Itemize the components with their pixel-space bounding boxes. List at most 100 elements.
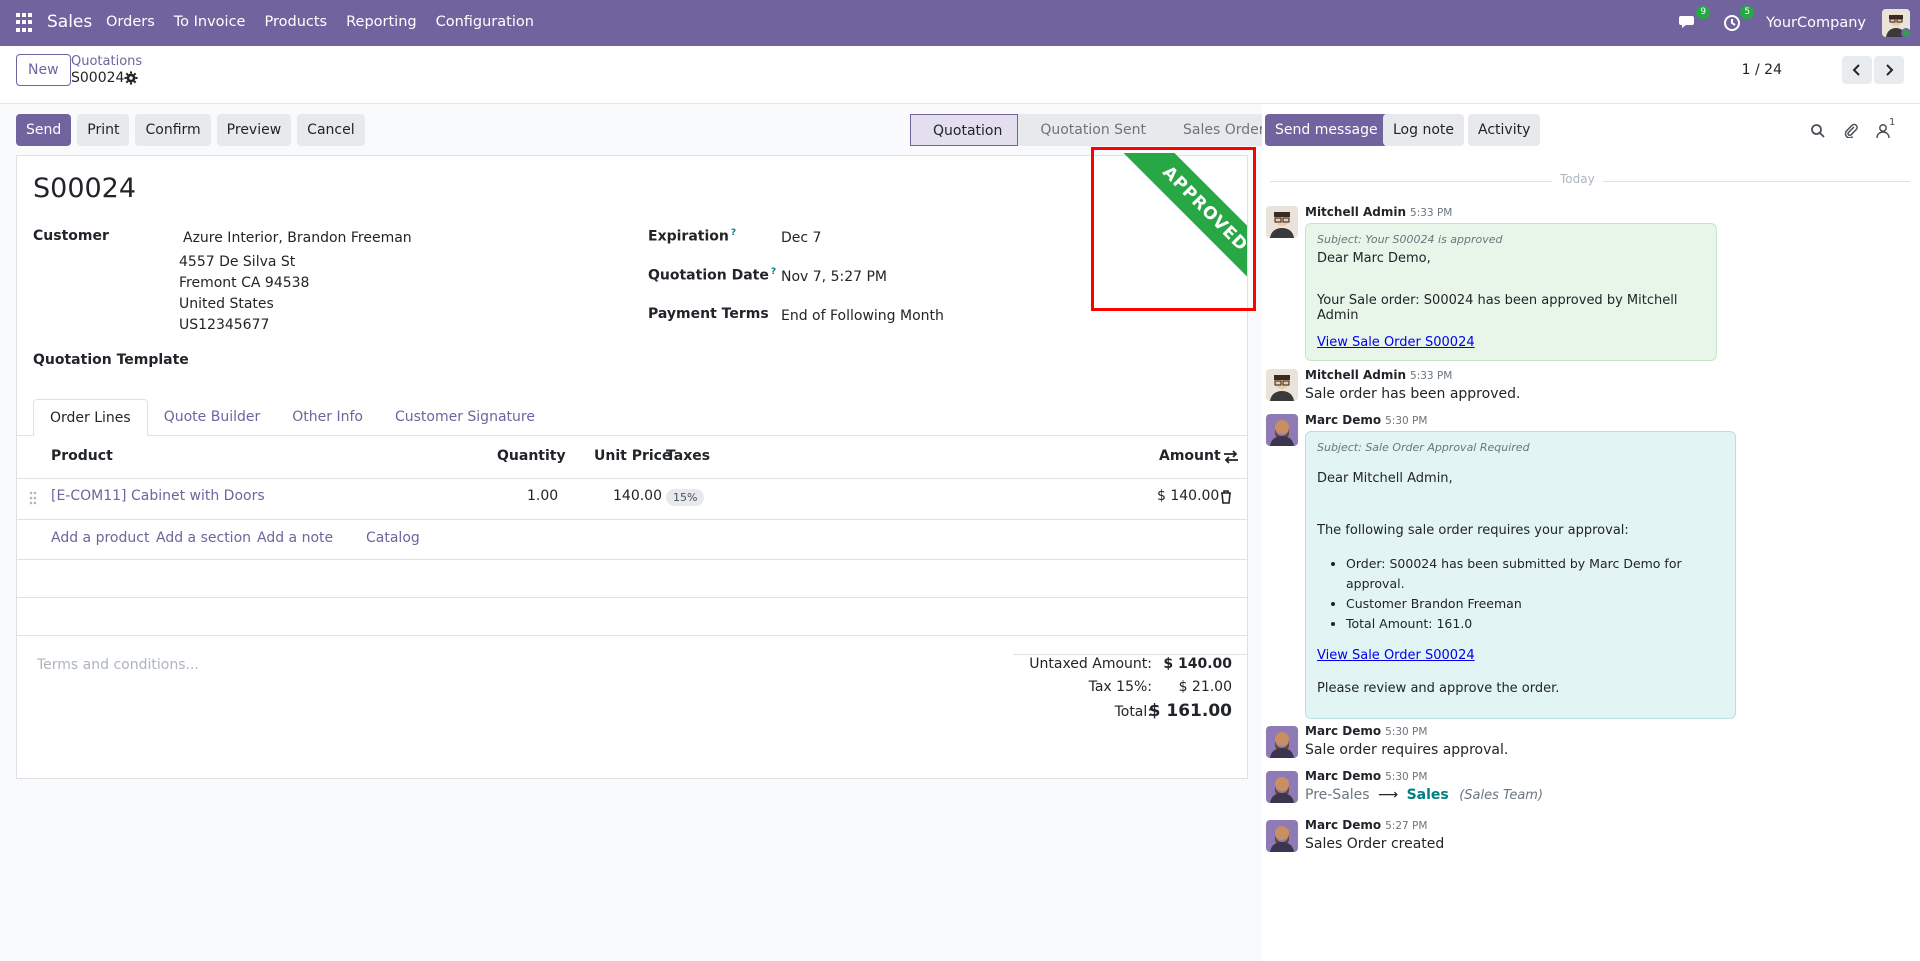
tab-other-info[interactable]: Other Info xyxy=(276,399,379,436)
untaxed-amount-value: $ 140.00 xyxy=(1163,656,1232,672)
terms-and-conditions-field[interactable]: Terms and conditions... xyxy=(37,657,199,673)
view-sale-order-link[interactable]: View Sale Order S00024 xyxy=(1317,648,1475,663)
tab-order-lines[interactable]: Order Lines xyxy=(33,399,148,436)
avatar[interactable] xyxy=(1266,414,1298,446)
activities-clock-icon[interactable]: 5 xyxy=(1722,6,1755,34)
quotation-date-field[interactable]: Nov 7, 5:27 PM xyxy=(781,269,887,285)
messages-badge: 9 xyxy=(1696,6,1711,19)
menu-to-invoice[interactable]: To Invoice xyxy=(174,14,246,30)
totals-divider xyxy=(1013,654,1247,655)
avatar[interactable] xyxy=(1266,820,1298,852)
avatar[interactable] xyxy=(1266,206,1298,238)
message-line: Dear Marc Demo, xyxy=(1317,251,1431,266)
online-status-icon xyxy=(1901,28,1910,37)
trash-icon[interactable] xyxy=(1220,490,1232,504)
navbar-systray: 9 5 YourCompany xyxy=(1678,0,1910,46)
tracking-old-value: Pre-Sales xyxy=(1305,787,1370,803)
catalog-link[interactable]: Catalog xyxy=(366,530,420,546)
stage-quotation-sent[interactable]: Quotation Sent xyxy=(1018,114,1161,146)
company-switcher[interactable]: YourCompany xyxy=(1766,15,1866,31)
message-author: Marc Demo 5:30 PM xyxy=(1305,724,1428,738)
send-button[interactable]: Send xyxy=(16,114,72,146)
order-line-quantity[interactable]: 1.00 xyxy=(527,488,558,504)
quotation-template-label: Quotation Template xyxy=(33,352,189,368)
tracking-field-name: (Sales Team) xyxy=(1459,788,1544,803)
message-subject: Subject: Your S00024 is approved xyxy=(1317,233,1503,246)
divider xyxy=(17,478,1247,479)
message-author: Marc Demo 5:30 PM xyxy=(1305,769,1428,783)
menu-orders[interactable]: Orders xyxy=(106,14,155,30)
app-name[interactable]: Sales xyxy=(47,12,92,32)
message-author: Mitchell Admin 5:33 PM xyxy=(1305,205,1453,219)
notebook-tabs: Order Lines Quote Builder Other Info Cus… xyxy=(17,399,1247,436)
cancel-button[interactable]: Cancel xyxy=(297,114,365,146)
chevron-right-icon xyxy=(1886,64,1894,76)
column-quantity[interactable]: Quantity xyxy=(497,448,566,464)
order-line-tax-tag[interactable]: 15% xyxy=(666,489,705,506)
message-body: Sale order requires approval. xyxy=(1305,742,1509,758)
help-icon[interactable]: ? xyxy=(731,228,736,238)
order-line-unit-price[interactable]: 140.00 xyxy=(613,488,662,504)
statusbar: Quotation Quotation Sent Sales Order xyxy=(910,114,1280,146)
column-amount[interactable]: Amount xyxy=(1159,448,1221,464)
message-bullet-list: Order: S00024 has been submitted by Marc… xyxy=(1346,554,1735,634)
help-icon[interactable]: ? xyxy=(771,267,776,277)
log-note-button[interactable]: Log note xyxy=(1383,114,1464,146)
menu-configuration[interactable]: Configuration xyxy=(436,14,534,30)
message-bubble: Subject: Sale Order Approval Required De… xyxy=(1305,431,1736,719)
apps-menu-icon[interactable] xyxy=(16,13,36,33)
drag-handle-icon[interactable] xyxy=(29,491,37,505)
menu-products[interactable]: Products xyxy=(264,14,327,30)
pager-value[interactable]: 1 / 24 xyxy=(1742,62,1782,78)
column-unit-price[interactable]: Unit Price xyxy=(594,448,671,464)
new-button[interactable]: New xyxy=(16,54,71,86)
pager-previous-button[interactable] xyxy=(1842,56,1872,84)
message-bullet: Customer Brandon Freeman xyxy=(1346,594,1735,614)
avatar[interactable] xyxy=(1266,369,1298,401)
add-section-link[interactable]: Add a section xyxy=(156,530,251,546)
user-avatar[interactable] xyxy=(1882,9,1910,37)
breadcrumb-quotations[interactable]: Quotations xyxy=(71,54,142,69)
followers-icon[interactable] xyxy=(1876,123,1890,139)
message-subject: Subject: Sale Order Approval Required xyxy=(1317,441,1530,454)
paperclip-icon[interactable] xyxy=(1843,122,1859,138)
avatar[interactable] xyxy=(1266,771,1298,803)
activity-button[interactable]: Activity xyxy=(1468,114,1541,146)
expiration-field[interactable]: Dec 7 xyxy=(781,230,821,246)
print-button[interactable]: Print xyxy=(77,114,130,146)
menu-reporting[interactable]: Reporting xyxy=(346,14,417,30)
followers-count: 1 xyxy=(1889,117,1896,128)
gear-icon[interactable] xyxy=(124,71,138,85)
date-separator-label: Today xyxy=(1552,172,1603,186)
search-icon[interactable] xyxy=(1810,123,1826,139)
messages-icon[interactable]: 9 xyxy=(1678,6,1711,34)
avatar[interactable] xyxy=(1266,726,1298,758)
tracking-new-value: Sales xyxy=(1406,787,1449,803)
view-sale-order-link[interactable]: View Sale Order S00024 xyxy=(1317,335,1475,350)
message-bullet: Order: S00024 has been submitted by Marc… xyxy=(1346,554,1735,594)
divider xyxy=(17,559,1247,560)
column-taxes[interactable]: Taxes xyxy=(666,448,710,464)
tab-customer-signature[interactable]: Customer Signature xyxy=(379,399,551,436)
message-author: Marc Demo 5:27 PM xyxy=(1305,818,1428,832)
payment-terms-field[interactable]: End of Following Month xyxy=(781,308,944,324)
optional-columns-icon[interactable] xyxy=(1223,450,1239,464)
preview-button[interactable]: Preview xyxy=(216,114,292,146)
stage-quotation[interactable]: Quotation xyxy=(910,114,1019,146)
payment-terms-label: Payment Terms xyxy=(648,306,769,322)
order-line-product[interactable]: [E-COM11] Cabinet with Doors xyxy=(51,488,265,504)
expiration-label: Expiration? xyxy=(648,228,737,245)
send-message-button[interactable]: Send message xyxy=(1265,114,1388,146)
message-bubble: Subject: Your S00024 is approved Dear Ma… xyxy=(1305,223,1717,361)
column-product[interactable]: Product xyxy=(51,448,113,464)
confirm-button[interactable]: Confirm xyxy=(135,114,211,146)
add-note-link[interactable]: Add a note xyxy=(257,530,333,546)
form-action-buttons: Send Print Confirm Preview Cancel xyxy=(16,114,365,146)
tab-quote-builder[interactable]: Quote Builder xyxy=(148,399,277,436)
customer-field[interactable]: Azure Interior, Brandon Freeman xyxy=(183,230,412,246)
pager-next-button[interactable] xyxy=(1874,56,1904,84)
quotation-date-label: Quotation Date? xyxy=(648,267,777,284)
add-product-link[interactable]: Add a product xyxy=(51,530,149,546)
message-body: Sales Order created xyxy=(1305,836,1445,852)
total-value: $ 161.00 xyxy=(1148,701,1232,721)
